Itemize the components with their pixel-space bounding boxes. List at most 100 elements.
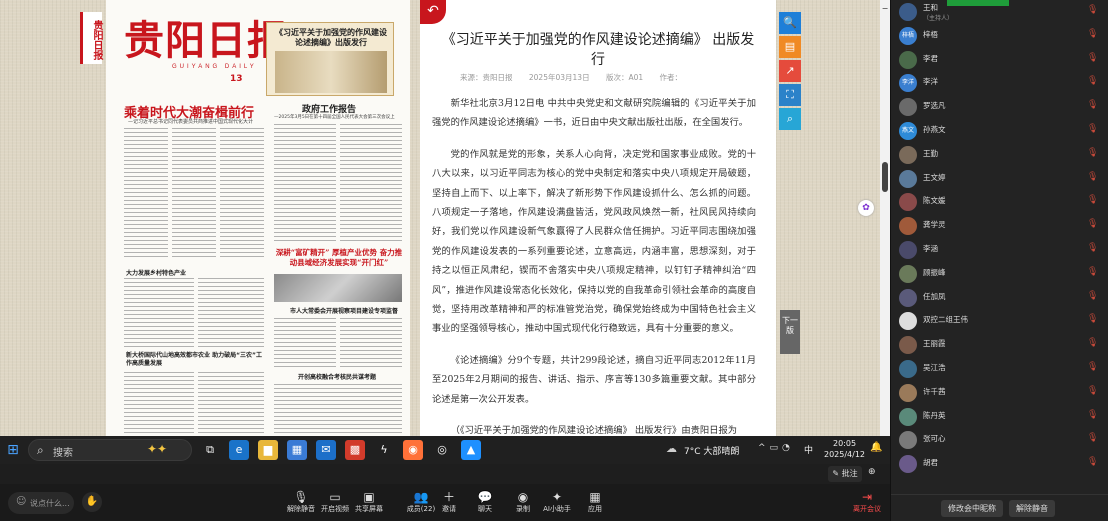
participant-row[interactable]: 王丽霞 🎙	[891, 333, 1108, 357]
office-app-icon[interactable]: ▩	[345, 440, 365, 460]
muted-mic-icon[interactable]: 🎙	[1087, 219, 1098, 229]
qq-app-icon[interactable]: ◎	[432, 440, 452, 460]
muted-mic-icon[interactable]: 🎙	[1087, 100, 1098, 110]
participant-row[interactable]: 陈文媛 🎙	[891, 190, 1108, 214]
fullscreen-tool-button[interactable]: ⛶	[779, 84, 801, 106]
annotate-button[interactable]: ✎ 批注	[828, 466, 862, 482]
muted-mic-icon[interactable]: 🎙	[1087, 29, 1098, 39]
ai-assistant-button[interactable]: ✦ AI小助手	[540, 490, 574, 514]
catalog-tool-button[interactable]: ▤	[779, 36, 801, 58]
muted-mic-icon[interactable]: 🎙	[1087, 53, 1098, 63]
video-button[interactable]: ▭ 开启视频	[318, 490, 352, 514]
muted-mic-icon[interactable]: 🎙	[1087, 243, 1098, 253]
leave-icon: ⇥	[861, 490, 873, 504]
muted-mic-icon[interactable]: 🎙	[1087, 457, 1098, 467]
participant-row[interactable]: 许千茜 🎙	[891, 381, 1108, 405]
participant-row[interactable]: 李涵 🎙	[891, 238, 1108, 262]
muted-mic-icon[interactable]: 🎙	[1087, 386, 1098, 396]
muted-mic-icon[interactable]: 🎙	[1087, 291, 1098, 301]
participant-row[interactable]: 李君 🎙	[891, 48, 1108, 72]
participant-row[interactable]: 梓梧 梓梧 🎙	[891, 24, 1108, 48]
news-headline[interactable]: 开创高校融合考核民共谋考题	[298, 372, 376, 381]
participant-list[interactable]: 王和 （主持人） 🎙 梓梧 梓梧 🎙 李君 🎙 李洋 李洋 🎙 罗选凡 🎙 燕文 孙燕文 🎙 王勤 🎙 王文婷 🎙 陈文…	[891, 0, 1108, 476]
zoom-tool-button[interactable]: ⌕	[779, 108, 801, 130]
meeting-app-icon[interactable]: ▲	[461, 440, 481, 460]
participant-row[interactable]: 燕文 孙燕文 🎙	[891, 119, 1108, 143]
taskbar-clock[interactable]: 20:05 2025/4/12	[824, 438, 865, 460]
weather-text[interactable]: 7°C 大部晴朗	[684, 444, 739, 457]
muted-mic-icon[interactable]: 🎙	[1087, 362, 1098, 372]
muted-mic-icon[interactable]: 🎙	[1087, 5, 1098, 15]
taskview-app-icon[interactable]: ⧉	[200, 440, 220, 460]
site-tag[interactable]: 贵阳日报	[80, 12, 102, 64]
explorer-app-icon[interactable]: ▆	[258, 440, 278, 460]
zoom-out-icon[interactable]: −	[880, 4, 890, 14]
avatar	[899, 288, 917, 307]
participant-row[interactable]: 双控二组王伟 🎙	[891, 309, 1108, 333]
zoom-in-icon[interactable]: ⊕	[868, 467, 876, 477]
share-screen-button[interactable]: ▣ 共享屏幕	[352, 490, 386, 514]
screen-scrollbar[interactable]: −	[880, 0, 890, 436]
apps-button[interactable]: ▦ 应用	[578, 490, 612, 514]
mail-app-icon[interactable]: ✉	[316, 440, 336, 460]
chat-label: 聊天	[478, 505, 492, 513]
ime-indicator[interactable]: 中	[804, 443, 813, 456]
participant-row[interactable]: 王勤 🎙	[891, 143, 1108, 167]
muted-mic-icon[interactable]: 🎙	[1087, 172, 1098, 182]
apps-label: 应用	[588, 505, 602, 513]
lightning-app-icon[interactable]: ϟ	[374, 440, 394, 460]
news-headline[interactable]: 大力发展乡村特色产业	[126, 268, 186, 277]
next-page-button[interactable]: 下一版	[780, 310, 800, 354]
participant-row[interactable]: 王和 （主持人） 🎙	[891, 0, 1108, 24]
chat-button[interactable]: 💬 聊天	[468, 490, 502, 514]
participant-row[interactable]: 顾振峰 🎙	[891, 262, 1108, 286]
edge-app-icon[interactable]: e	[229, 440, 249, 460]
feature-headline[interactable]: 深耕“富矿精开” 厚植产业优势 奋力推动县域经济发展实现“开门红”	[274, 248, 404, 268]
rename-button[interactable]: 修改会中昵称	[941, 500, 1003, 517]
newspaper-page[interactable]: 贵阳日报 GUIYANG DAILY 13 《习近平关于加强党的作风建设论述摘编…	[106, 0, 410, 436]
muted-mic-icon[interactable]: 🎙	[1087, 148, 1098, 158]
share-indicator-icon[interactable]: ✿	[858, 200, 874, 216]
notification-icon[interactable]: 🔔	[870, 442, 882, 453]
muted-mic-icon[interactable]: 🎙	[1087, 433, 1098, 443]
muted-mic-icon[interactable]: 🎙	[1087, 195, 1098, 205]
invite-button[interactable]: ＋邀请	[432, 490, 466, 514]
news-headline[interactable]: 市人大常委会开展视察项目建设专项监督	[290, 306, 398, 315]
unmute-all-button[interactable]: 解除静音	[1009, 500, 1055, 517]
meeting-toolbar: ☺ 说点什么... ✋ 🎙 解除静音 ▭ 开启视频 ▣ 共享屏幕 👥 成员(22) ＋邀请 💬 聊天…	[0, 484, 890, 521]
scroll-handle[interactable]	[882, 162, 888, 192]
comment-input[interactable]: ☺ 说点什么...	[8, 492, 74, 514]
back-button[interactable]: ↶	[420, 0, 446, 24]
weather-icon[interactable]: ☁	[666, 442, 677, 455]
firefox-app-icon[interactable]: ◉	[403, 440, 423, 460]
participant-row[interactable]: 吴江浩 🎙	[891, 357, 1108, 381]
participant-row[interactable]: 王文婷 🎙	[891, 167, 1108, 191]
participant-row[interactable]: 陈丹英 🎙	[891, 405, 1108, 429]
muted-mic-icon[interactable]: 🎙	[1087, 410, 1098, 420]
participant-row[interactable]: 李洋 李洋 🎙	[891, 71, 1108, 95]
participant-row[interactable]: 张可心 🎙	[891, 428, 1108, 452]
avatar	[899, 431, 917, 450]
windows-start-icon[interactable]: ⊞	[4, 441, 22, 459]
muted-mic-icon[interactable]: 🎙	[1087, 76, 1098, 86]
participant-row[interactable]: 罗选凡 🎙	[891, 95, 1108, 119]
participant-name: 王和	[923, 3, 938, 12]
muted-mic-icon[interactable]: 🎙	[1087, 124, 1098, 134]
record-button[interactable]: ◉ 录制	[506, 490, 540, 514]
share-tool-button[interactable]: ↗	[779, 60, 801, 82]
taskbar-search[interactable]: ⌕ 搜索 ✦✦	[28, 439, 192, 461]
muted-mic-icon[interactable]: 🎙	[1087, 314, 1098, 324]
news-headline[interactable]: 新大桥国际代山地高效都市农业 助力破局“三农”工作高质量发展	[126, 352, 266, 368]
search-tool-button[interactable]: 🔍	[779, 12, 801, 34]
participant-row[interactable]: 任加凤 🎙	[891, 286, 1108, 310]
participant-row[interactable]: 龚学灵 🎙	[891, 214, 1108, 238]
muted-mic-icon[interactable]: 🎙	[1087, 267, 1098, 277]
leave-meeting-button[interactable]: ⇥ 离开会议	[850, 490, 884, 514]
muted-mic-icon[interactable]: 🎙	[1087, 338, 1098, 348]
raise-hand-icon[interactable]: ✋	[82, 492, 102, 512]
store-app-icon[interactable]: ▦	[287, 440, 307, 460]
unmute-button[interactable]: 🎙 解除静音	[284, 490, 318, 514]
tray-icons[interactable]: ^▭◔	[758, 443, 794, 453]
book-ad-box[interactable]: 《习近平关于加强党的作风建设论述摘编》出版发行	[266, 22, 394, 96]
participant-row[interactable]: 胡君 🎙	[891, 452, 1108, 476]
